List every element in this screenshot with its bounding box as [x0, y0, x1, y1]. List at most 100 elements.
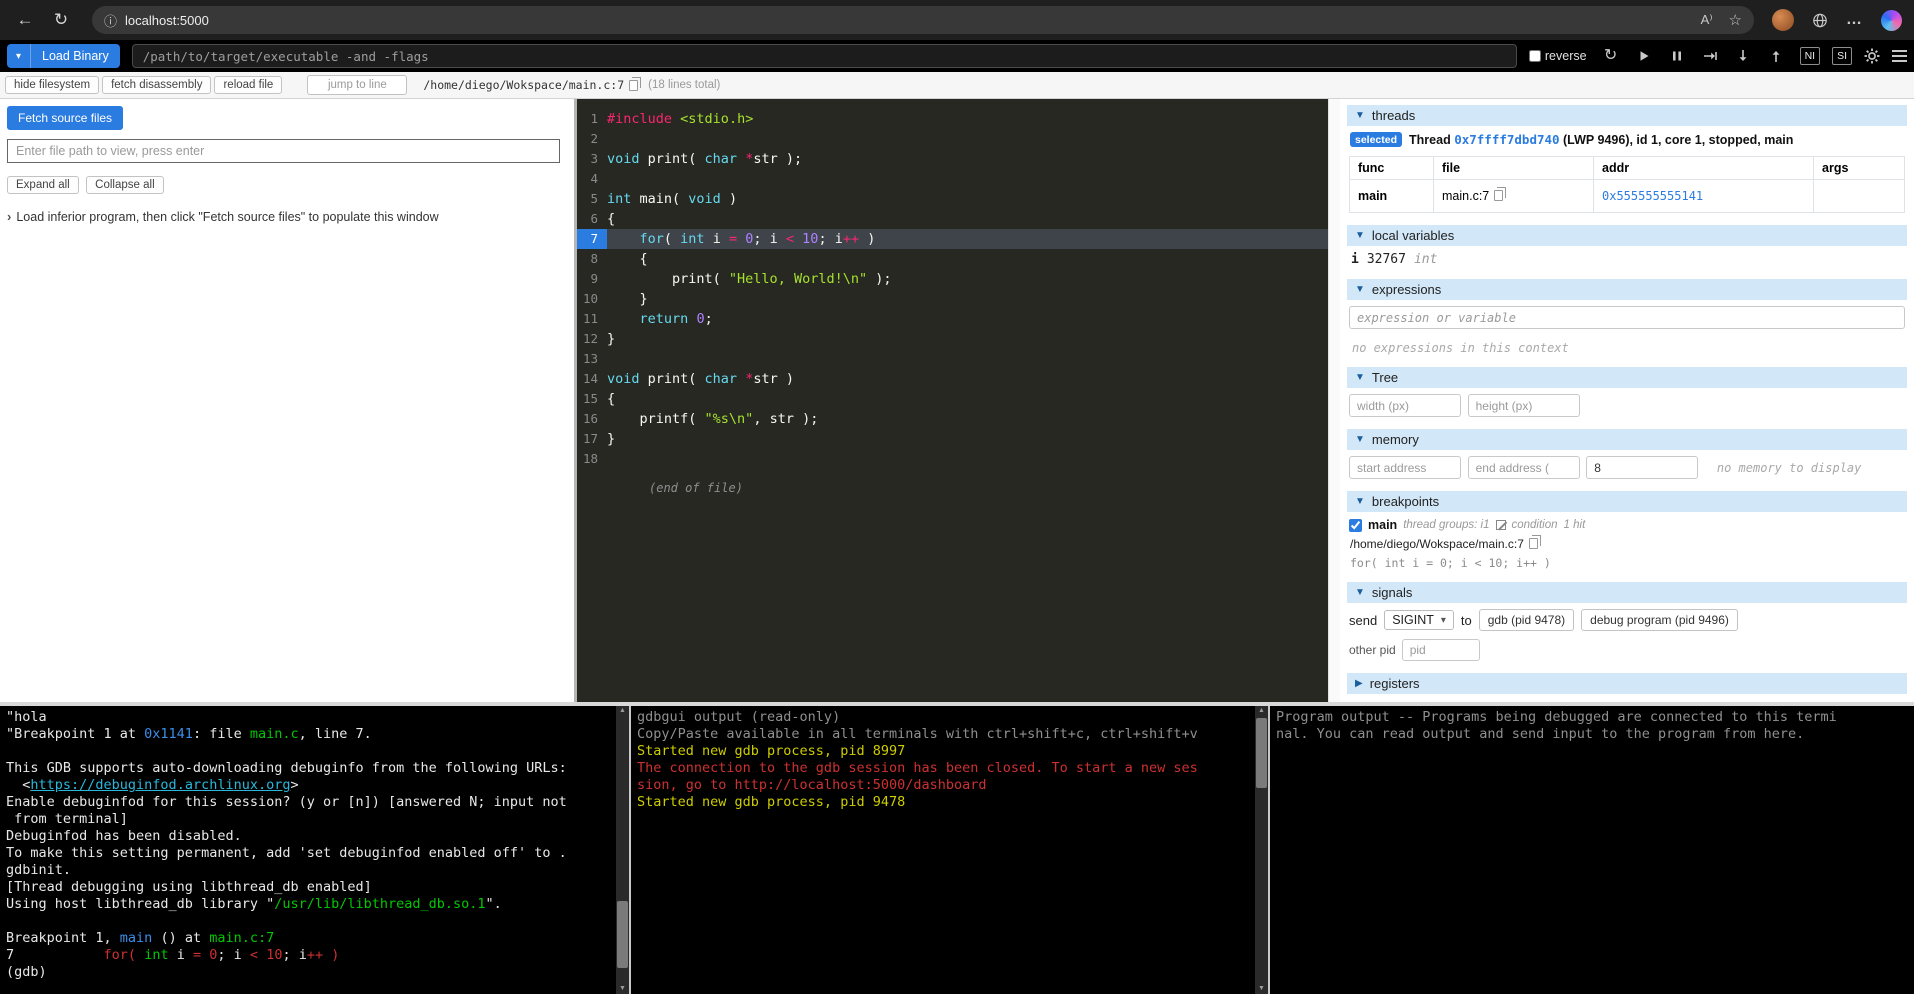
reload-file-button[interactable]: reload file: [214, 76, 282, 94]
gdb-terminal[interactable]: "hola"Breakpoint 1 at 0x1141: file main.…: [0, 706, 629, 994]
source-scrollbar[interactable]: [1328, 99, 1340, 702]
line-number-gutter[interactable]: 6: [577, 209, 607, 229]
line-number-gutter[interactable]: 3: [577, 149, 607, 169]
load-binary-button[interactable]: Load Binary: [31, 44, 120, 68]
dashboard-menu-button[interactable]: [1892, 50, 1907, 62]
expressions-section-header[interactable]: ▼ expressions: [1347, 279, 1907, 300]
load-binary-dropdown-caret[interactable]: ▾: [7, 44, 31, 68]
scroll-up-icon[interactable]: ▲: [616, 706, 629, 716]
send-to-program-button[interactable]: debug program (pid 9496): [1581, 609, 1738, 631]
breakpoint-enabled-checkbox[interactable]: [1349, 519, 1362, 532]
line-number-gutter[interactable]: 14: [577, 369, 607, 389]
browser-back-icon[interactable]: ←: [12, 10, 38, 30]
breakpoint-path[interactable]: /home/diego/Wokspace/main.c:7: [1350, 537, 1905, 551]
thread-summary[interactable]: selected Thread 0x7ffff7dbd740 (LWP 9496…: [1350, 132, 1905, 147]
line-number-gutter[interactable]: 17: [577, 429, 607, 449]
continue-button[interactable]: [1636, 48, 1652, 64]
next-over-button[interactable]: [1702, 48, 1718, 64]
scrollbar-thumb[interactable]: [1256, 718, 1267, 788]
breakpoint-condition-label[interactable]: condition: [1512, 519, 1558, 531]
browser-address-bar[interactable]: ⓘ localhost:5000 A⁾ ☆: [92, 6, 1754, 34]
browser-menu-icon[interactable]: …: [1846, 11, 1863, 29]
settings-gear-button[interactable]: [1864, 48, 1880, 64]
browser-essentials-icon[interactable]: [1812, 12, 1828, 28]
breakpoint-function: main: [1368, 518, 1397, 532]
pause-button[interactable]: [1669, 48, 1685, 64]
line-number-gutter[interactable]: 1: [577, 109, 607, 129]
local-variable-row[interactable]: i32767int: [1351, 252, 1905, 267]
line-number-gutter[interactable]: 15: [577, 389, 607, 409]
favorites-star-icon[interactable]: ☆: [1729, 11, 1742, 29]
line-number-gutter[interactable]: 4: [577, 169, 607, 189]
copy-path-icon[interactable]: [1529, 538, 1538, 549]
current-file-path: /home/diego/Wokspace/main.c:7: [423, 78, 624, 92]
copy-file-icon[interactable]: [1494, 190, 1503, 201]
line-number-gutter[interactable]: 16: [577, 409, 607, 429]
line-number-gutter[interactable]: 2: [577, 129, 607, 149]
copy-path-icon[interactable]: [629, 80, 638, 91]
profile-avatar[interactable]: [1772, 9, 1794, 31]
tree-width-input[interactable]: [1349, 394, 1461, 417]
step-instruction-button[interactable]: SI: [1832, 47, 1852, 65]
tree-height-input[interactable]: [1468, 394, 1580, 417]
collapse-all-button[interactable]: Collapse all: [86, 176, 163, 194]
memory-start-input[interactable]: [1349, 456, 1461, 479]
restart-button[interactable]: ↻: [1603, 48, 1619, 64]
column-file: file: [1434, 157, 1594, 180]
thread-row[interactable]: main main.c:7 0x555555555141: [1350, 180, 1905, 213]
terminal-scrollbar[interactable]: ▲ ▼: [616, 706, 629, 994]
terminal-line: Copy/Paste available in all terminals wi…: [637, 726, 1252, 743]
line-number-gutter[interactable]: 12: [577, 329, 607, 349]
read-aloud-icon[interactable]: A⁾: [1701, 12, 1713, 28]
site-info-icon[interactable]: ⓘ: [104, 11, 117, 30]
breakpoints-section-header[interactable]: ▼ breakpoints: [1347, 491, 1907, 512]
terminal-scrollbar[interactable]: ▲ ▼: [1255, 706, 1268, 994]
scroll-down-icon[interactable]: ▼: [1255, 984, 1268, 994]
memory-empty-message: no memory to display: [1717, 461, 1862, 475]
file-path-input[interactable]: [7, 139, 560, 163]
line-number-gutter[interactable]: 9: [577, 269, 607, 289]
expression-input[interactable]: [1349, 306, 1905, 329]
filesystem-hint-text: Load inferior program, then click "Fetch…: [16, 210, 438, 224]
fetch-disassembly-button[interactable]: fetch disassembly: [102, 76, 211, 94]
memory-end-input[interactable]: [1468, 456, 1580, 479]
step-into-button[interactable]: [1735, 48, 1751, 64]
pid-input[interactable]: [1402, 639, 1480, 661]
jump-to-line-input[interactable]: [307, 75, 407, 95]
signal-select[interactable]: SIGINT ▾: [1384, 610, 1454, 630]
line-number-gutter[interactable]: 7: [577, 229, 607, 249]
line-number-gutter[interactable]: 10: [577, 289, 607, 309]
locals-section-header[interactable]: ▼ local variables: [1347, 225, 1907, 246]
fetch-source-files-button[interactable]: Fetch source files: [7, 106, 123, 130]
gdbgui-output-terminal[interactable]: gdbgui output (read-only)Copy/Paste avai…: [631, 706, 1268, 994]
memory-bytes-input[interactable]: [1586, 456, 1698, 479]
line-number-gutter[interactable]: 13: [577, 349, 607, 369]
line-number-gutter[interactable]: 11: [577, 309, 607, 329]
line-number-gutter[interactable]: 5: [577, 189, 607, 209]
memory-section-header[interactable]: ▼ memory: [1347, 429, 1907, 450]
tree-section-header[interactable]: ▼ Tree: [1347, 367, 1907, 388]
scroll-up-icon[interactable]: ▲: [1255, 706, 1268, 716]
scroll-down-icon[interactable]: ▼: [616, 984, 629, 994]
scrollbar-thumb[interactable]: [617, 901, 628, 968]
threads-section-header[interactable]: ▼ threads: [1347, 105, 1907, 126]
code-text: [607, 349, 1328, 369]
registers-section-header[interactable]: ▶ registers: [1347, 673, 1907, 694]
line-number-gutter[interactable]: 8: [577, 249, 607, 269]
send-to-gdb-button[interactable]: gdb (pid 9478): [1479, 609, 1574, 631]
reverse-checkbox[interactable]: [1529, 50, 1541, 62]
edit-condition-icon[interactable]: [1496, 520, 1506, 530]
next-instruction-button[interactable]: NI: [1800, 47, 1821, 65]
browser-refresh-icon[interactable]: ↻: [48, 10, 74, 30]
copilot-icon[interactable]: [1881, 10, 1902, 31]
program-output-terminal[interactable]: Program output -- Programs being debugge…: [1270, 706, 1914, 994]
thread-address-link[interactable]: 0x7ffff7dbd740: [1454, 132, 1559, 147]
signals-section-header[interactable]: ▼ signals: [1347, 582, 1907, 603]
line-number-gutter[interactable]: 18: [577, 449, 607, 469]
step-out-button[interactable]: [1768, 48, 1784, 64]
binary-path-input[interactable]: [132, 44, 1517, 68]
hide-filesystem-button[interactable]: hide filesystem: [5, 76, 99, 94]
code-text: {: [607, 209, 1328, 229]
expand-all-button[interactable]: Expand all: [7, 176, 79, 194]
thread-addr-link[interactable]: 0x555555555141: [1594, 180, 1814, 213]
